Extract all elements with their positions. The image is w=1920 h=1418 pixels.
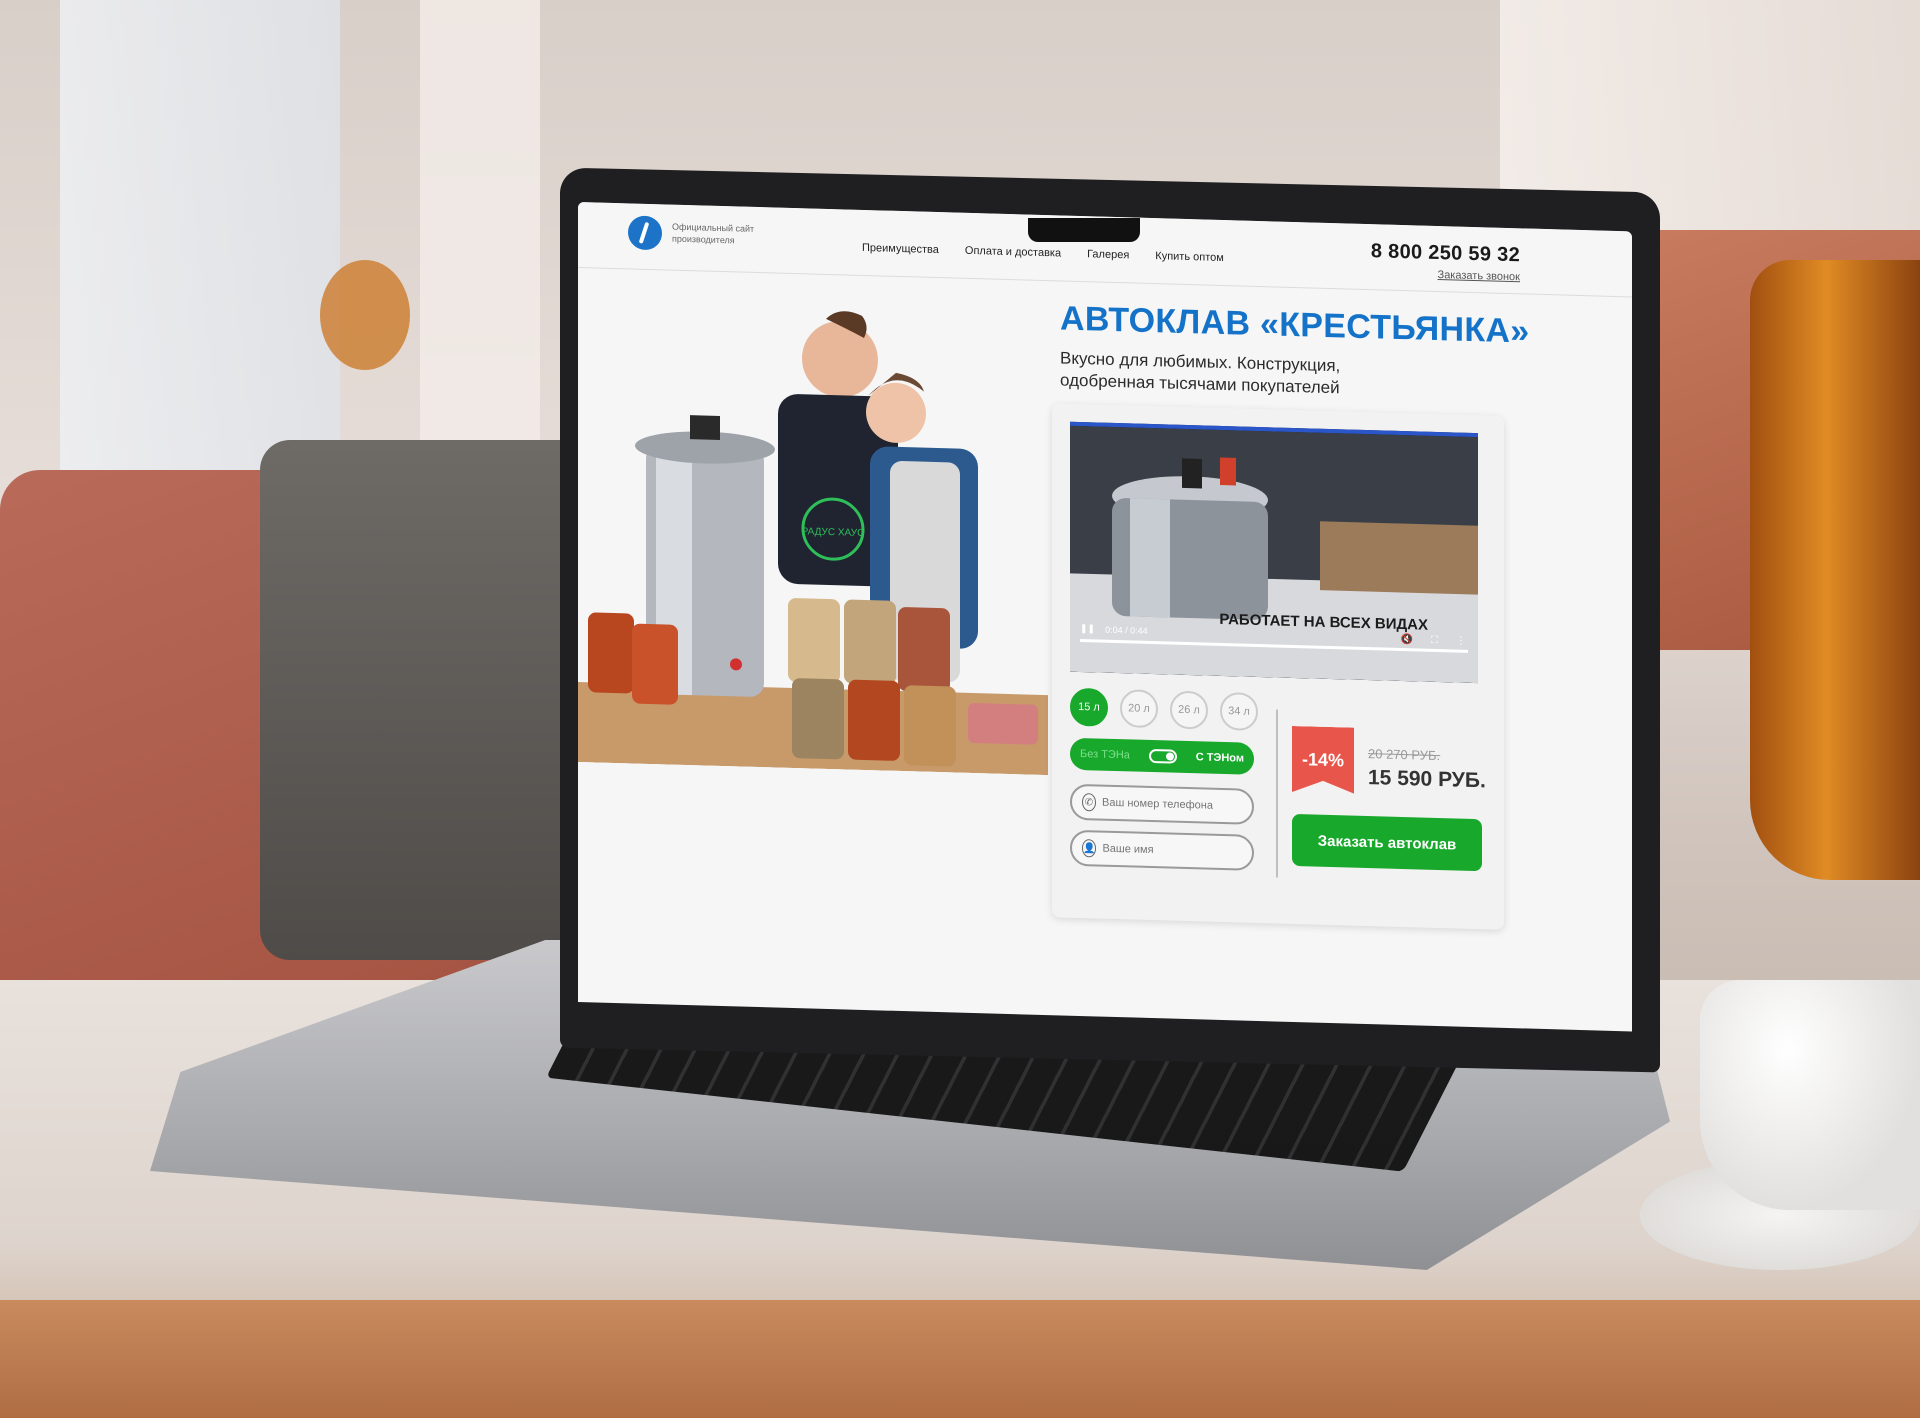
discount-badge: -14%: [1292, 726, 1354, 794]
nav-item-gallery[interactable]: Галерея: [1087, 248, 1129, 261]
page-title: АВТОКЛАВ «КРЕСТЬЯНКА»: [1060, 299, 1530, 351]
product-video[interactable]: РАБОТАЕТ НА ВСЕХ ВИДАХ ❚❚ 0:04 / 0:44 🔇 …: [1070, 421, 1478, 684]
phone-icon: ✆: [1082, 793, 1096, 812]
contact-block: 8 800 250 59 32 Заказать звонок: [1371, 240, 1520, 285]
video-time: 0:04 / 0:44: [1105, 624, 1148, 636]
phone-field[interactable]: ✆: [1070, 783, 1254, 825]
heater-off-label: Без ТЭНа: [1080, 748, 1130, 762]
background-blanket: [260, 440, 590, 960]
heater-toggle[interactable]: Без ТЭНа С ТЭНом: [1070, 737, 1254, 775]
background-window-pane: [420, 0, 540, 460]
laptop-screen: Официальный сайт производителя Преимущес…: [578, 202, 1632, 1032]
wheat-logo-icon: [628, 215, 662, 251]
laptop-notch: [1028, 218, 1140, 242]
background-cup: [1700, 980, 1920, 1210]
apron-logo-text: РАДУС ХАУС: [802, 526, 865, 539]
nav-item-advantages[interactable]: Преимущества: [862, 242, 939, 256]
callback-link[interactable]: Заказать звонок: [1438, 269, 1520, 283]
new-price: 15 590 РУБ.: [1368, 766, 1486, 793]
toggle-switch[interactable]: [1148, 748, 1177, 764]
name-input[interactable]: [1102, 842, 1243, 859]
background-plant: [320, 260, 410, 370]
order-autoclave-button[interactable]: Заказать автоклав: [1292, 813, 1482, 872]
old-price: 20 270 РУБ.: [1368, 746, 1441, 764]
order-card: РАБОТАЕТ НА ВСЕХ ВИДАХ ❚❚ 0:04 / 0:44 🔇 …: [1052, 403, 1504, 930]
heater-on-label: С ТЭНом: [1195, 751, 1244, 765]
main-nav: Преимущества Оплата и доставка Галерея К…: [862, 242, 1224, 264]
nav-item-wholesale[interactable]: Купить оптом: [1155, 250, 1224, 264]
volume-option-15[interactable]: 15 л: [1070, 687, 1108, 727]
hero-photo: РАДУС ХАУС: [578, 292, 1048, 776]
video-icon-group: 🔇 ⛶ ⋮: [1401, 634, 1466, 647]
table-edge: [0, 1300, 1920, 1418]
volume-option-20[interactable]: 20 л: [1120, 689, 1158, 729]
background-vase: [1750, 260, 1920, 880]
volume-option-26[interactable]: 26 л: [1170, 690, 1208, 730]
volume-selector: 15 л 20 л 26 л 34 л: [1070, 687, 1258, 731]
logo[interactable]: Официальный сайт производителя: [628, 215, 762, 253]
hero-illustration: РАДУС ХАУС: [578, 292, 1048, 776]
logo-caption: Официальный сайт производителя: [672, 221, 755, 246]
mute-icon[interactable]: 🔇: [1401, 634, 1413, 645]
nav-item-payment-delivery[interactable]: Оплата и доставка: [965, 245, 1061, 260]
more-icon[interactable]: ⋮: [1456, 636, 1466, 647]
video-controls: ❚❚ 0:04 / 0:44: [1080, 623, 1148, 636]
name-field[interactable]: 👤: [1070, 829, 1254, 871]
card-divider: [1276, 709, 1278, 878]
phone-number[interactable]: 8 800 250 59 32: [1371, 240, 1520, 267]
volume-option-34[interactable]: 34 л: [1220, 691, 1258, 731]
user-icon: 👤: [1082, 839, 1097, 858]
fullscreen-icon[interactable]: ⛶: [1431, 635, 1438, 646]
phone-input[interactable]: [1102, 796, 1242, 813]
pause-icon[interactable]: ❚❚: [1080, 623, 1095, 634]
page-subtitle: Вкусно для любимых. Конструкция, одобрен…: [1060, 348, 1341, 398]
